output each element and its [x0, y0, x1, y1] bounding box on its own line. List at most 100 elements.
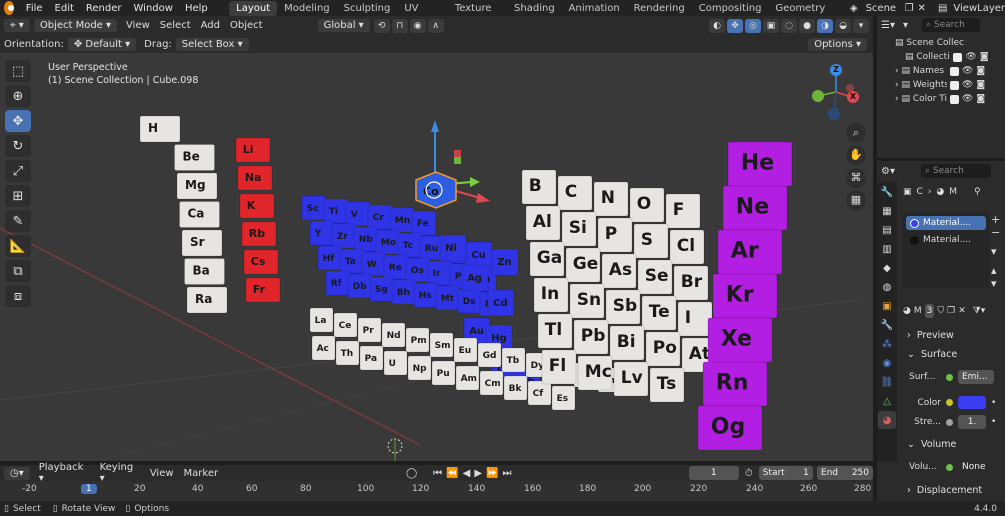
- keyframe-dot-icon[interactable]: •: [991, 398, 996, 408]
- element-tile-i[interactable]: I: [677, 301, 713, 337]
- timeline-ruler[interactable]: -20 1 20 40 60 80 100 120 140 160 180 200 220 240 260 2…: [0, 481, 873, 501]
- gizmo-neg-z[interactable]: [828, 108, 840, 120]
- element-tile-li[interactable]: Li: [235, 137, 271, 163]
- material-tab-icon[interactable]: ◕: [878, 411, 896, 429]
- transform-tool-icon[interactable]: ⊞: [5, 185, 31, 207]
- element-tile-kr[interactable]: Kr: [712, 273, 778, 319]
- wireframe-shading-icon[interactable]: ◌: [781, 18, 797, 33]
- element-tile-ds[interactable]: Ds: [457, 288, 483, 314]
- element-tile-fe[interactable]: Fe: [411, 210, 437, 236]
- outliner-item[interactable]: › ▤ Color Til 👁 ◙: [877, 92, 1005, 106]
- properties-editor-icon[interactable]: ⚙▾: [881, 166, 895, 177]
- element-tile-nb[interactable]: Nb: [353, 226, 379, 252]
- keyframe-dot-icon[interactable]: •: [991, 417, 996, 427]
- element-tile-p[interactable]: P: [597, 217, 633, 253]
- element-tile-in[interactable]: In: [533, 277, 569, 313]
- jump-end-icon[interactable]: ⏭: [502, 468, 511, 479]
- start-frame-input[interactable]: Start 1: [758, 466, 813, 480]
- displacement-panel-header[interactable]: › Displacement: [907, 482, 982, 499]
- object-tab-icon[interactable]: ▣: [878, 297, 896, 315]
- particles-tab-icon[interactable]: ⁂: [878, 335, 896, 353]
- data-tab-icon[interactable]: △: [878, 392, 896, 410]
- material-slot-active[interactable]: Material....: [906, 216, 986, 230]
- element-tile-mn[interactable]: Mn: [389, 207, 415, 233]
- element-tile-am[interactable]: Am: [455, 365, 480, 391]
- element-tile-cs[interactable]: Cs: [243, 249, 279, 275]
- overlay-icon[interactable]: ◎: [745, 18, 761, 33]
- gizmo-icon[interactable]: ✥: [727, 18, 743, 33]
- menu-help[interactable]: Help: [179, 3, 214, 14]
- outliner-editor-icon[interactable]: ☰▾: [881, 20, 895, 31]
- play-reverse-icon[interactable]: ◀: [463, 468, 471, 479]
- element-tile-mo[interactable]: Mo: [375, 229, 401, 255]
- element-tile-bh[interactable]: Bh: [391, 279, 417, 305]
- element-tile-f[interactable]: F: [665, 193, 701, 229]
- jump-prev-key-icon[interactable]: ⏪: [446, 468, 458, 479]
- element-tile-cu[interactable]: Cu: [465, 241, 493, 269]
- cursor-tool-icon[interactable]: ⊕: [5, 85, 31, 107]
- element-tile-sg[interactable]: Sg: [369, 276, 395, 302]
- element-tile-po[interactable]: Po: [645, 331, 681, 367]
- jump-start-icon[interactable]: ⏮: [433, 468, 442, 479]
- element-tile-fr[interactable]: Fr: [245, 277, 281, 303]
- element-tile-pm[interactable]: Pm: [405, 327, 430, 353]
- move-slot-down-icon[interactable]: ▾: [991, 277, 1000, 290]
- modifier-tab-icon[interactable]: 🔧: [878, 316, 896, 334]
- current-frame-marker[interactable]: 1: [81, 484, 97, 494]
- expand-icon[interactable]: ›: [895, 94, 899, 104]
- element-tile-ir[interactable]: Ir: [427, 260, 453, 286]
- element-tile-h[interactable]: H: [139, 115, 181, 143]
- element-tile-mg[interactable]: Mg: [176, 172, 218, 200]
- element-tile-u[interactable]: U: [383, 350, 408, 376]
- grid-view-icon[interactable]: ▦: [846, 190, 866, 210]
- element-tile-w[interactable]: W: [361, 251, 387, 277]
- preview-panel-header[interactable]: › Preview: [907, 327, 954, 344]
- element-tile-bk[interactable]: Bk: [503, 375, 528, 401]
- annotate-tool-icon[interactable]: ✎: [5, 210, 31, 232]
- camera-render-icon[interactable]: ◙: [976, 66, 985, 76]
- tab-sculpting[interactable]: Sculpting: [337, 1, 398, 16]
- element-tile-th[interactable]: Th: [335, 340, 360, 366]
- gizmo-z-axis[interactable]: Z: [830, 64, 842, 76]
- copy-icon[interactable]: ❐: [905, 3, 914, 14]
- gizmo-x-axis[interactable]: X: [847, 91, 859, 103]
- element-tile-pu[interactable]: Pu: [431, 360, 456, 386]
- element-tile-v[interactable]: V: [345, 201, 371, 227]
- select-box-tool-icon[interactable]: ⬚: [5, 60, 31, 82]
- element-tile-sb[interactable]: Sb: [605, 289, 641, 325]
- element-tile-pa[interactable]: Pa: [359, 345, 384, 371]
- element-tile-si[interactable]: Si: [561, 211, 597, 247]
- slot-menu-icon[interactable]: ▾: [991, 245, 1000, 258]
- element-tile-be[interactable]: Be: [174, 144, 215, 171]
- element-tile-ga[interactable]: Ga: [529, 241, 565, 277]
- move-slot-up-icon[interactable]: ▴: [991, 264, 1000, 277]
- eye-icon[interactable]: 👁: [965, 52, 976, 62]
- volume-panel-header[interactable]: ⌄ Volume: [907, 436, 956, 453]
- eye-icon[interactable]: 👁: [962, 66, 973, 76]
- element-tile-xe[interactable]: Xe: [707, 317, 773, 363]
- element-tile-rb[interactable]: Rb: [241, 221, 277, 247]
- menu-window[interactable]: Window: [128, 3, 179, 14]
- exclude-checkbox[interactable]: [953, 52, 963, 62]
- element-tile-tc[interactable]: Tc: [397, 232, 423, 258]
- element-tile-pr[interactable]: Pr: [357, 317, 382, 343]
- surface-panel-header[interactable]: ⌄ Surface: [907, 346, 957, 363]
- element-tile-cf[interactable]: Cf: [527, 380, 552, 406]
- outliner-filter-icon[interactable]: ▾: [903, 20, 908, 31]
- rendered-shading-icon[interactable]: ◒: [835, 18, 851, 33]
- element-tile-ba[interactable]: Ba: [184, 258, 225, 285]
- element-tile-c[interactable]: C: [557, 175, 593, 211]
- color-swatch[interactable]: [958, 396, 986, 409]
- tab-rendering[interactable]: Rendering: [627, 1, 692, 16]
- timeline-editor-icon[interactable]: ◷▾: [4, 466, 30, 480]
- properties-search-input[interactable]: ⌕ Search: [920, 164, 991, 178]
- element-tile-al[interactable]: Al: [525, 205, 561, 241]
- element-tile-la[interactable]: La: [309, 307, 334, 333]
- element-tile-ts[interactable]: Ts: [649, 367, 685, 403]
- marker-menu[interactable]: Marker: [179, 468, 224, 479]
- element-tile-n[interactable]: N: [593, 181, 629, 217]
- scale-tool-icon[interactable]: ⤢: [5, 160, 31, 182]
- zoom-icon[interactable]: ⌕: [846, 123, 866, 143]
- add-cube-tool-icon[interactable]: ⧉: [5, 260, 31, 282]
- falloff-icon[interactable]: ∧: [427, 18, 444, 33]
